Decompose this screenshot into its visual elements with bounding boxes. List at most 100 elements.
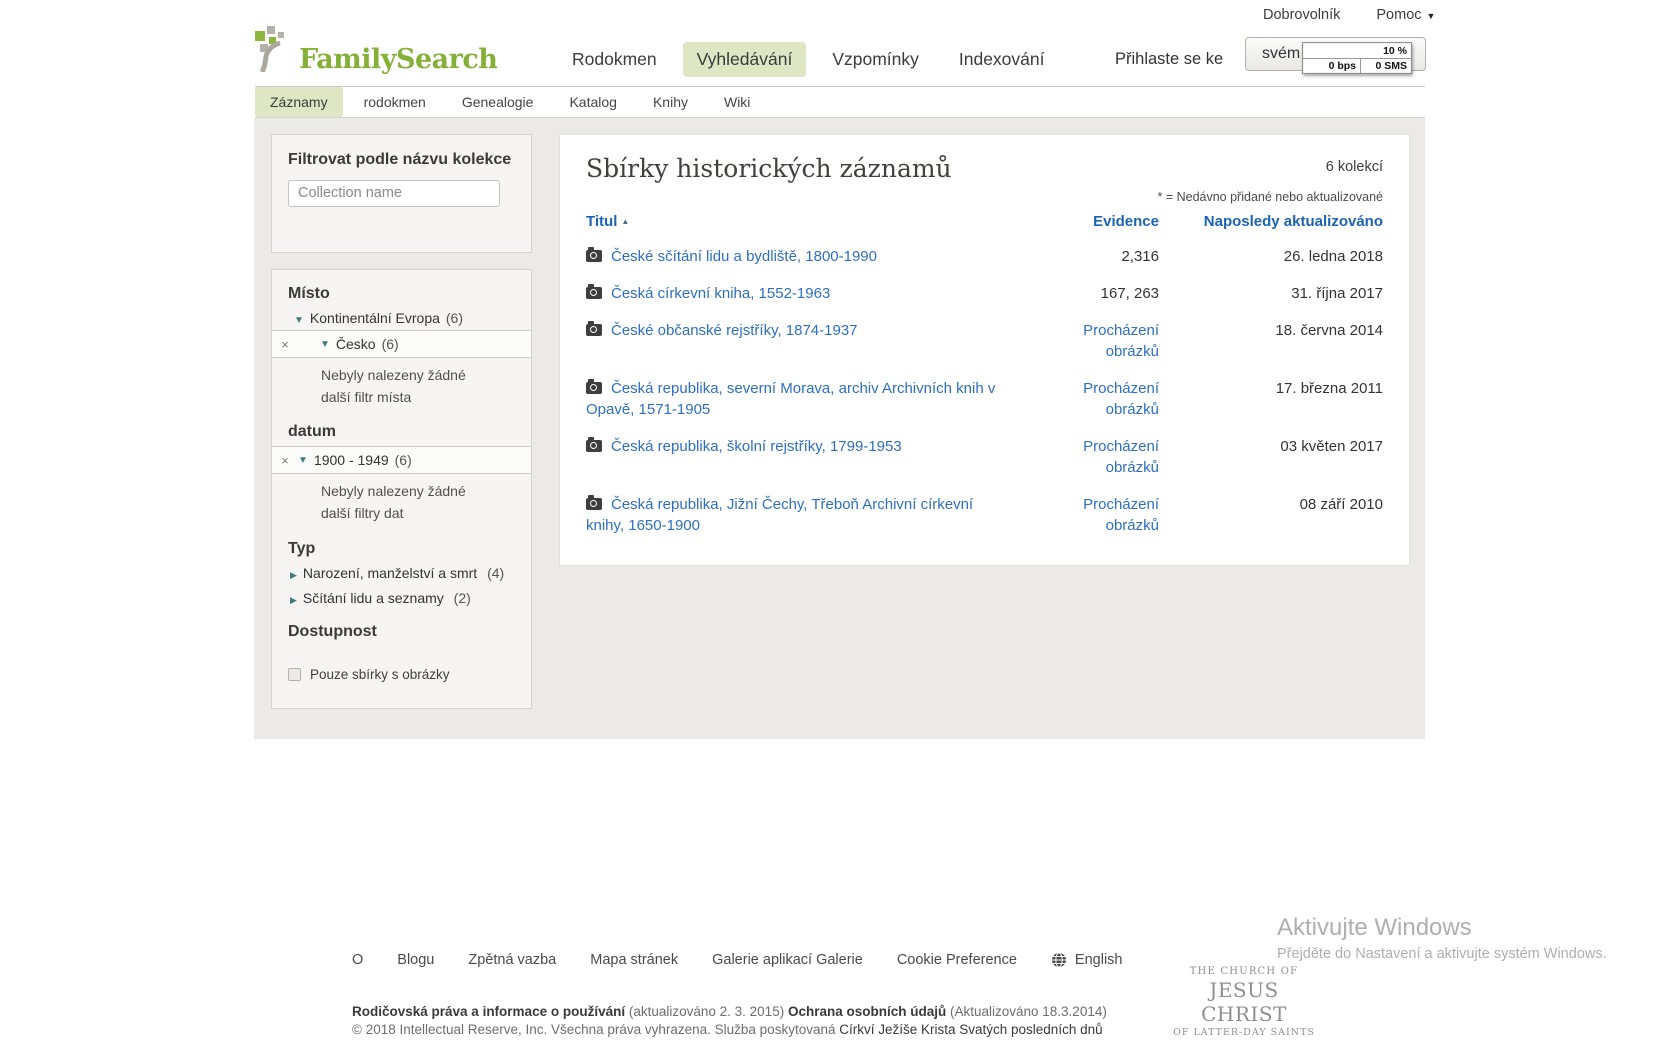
windows-activation-watermark: Aktivujte Windows Přejděte do Nastavení … (1277, 914, 1607, 962)
column-header-updated[interactable]: Naposledy aktualizováno (1159, 213, 1383, 246)
updated-cell: 18. června 2014 (1159, 320, 1383, 362)
updated-cell: 08 září 2010 (1159, 494, 1383, 536)
footer-links: O Blogu Zpětná vazba Mapa stránek Galerie ap… (352, 952, 1122, 968)
nav-item[interactable]: Rodokmen (558, 42, 671, 77)
footer-link[interactable]: O (352, 952, 363, 968)
facet-type-births[interactable]: ▶Narození, manželství a smrt (4) (290, 563, 512, 583)
collection-link[interactable]: Česká církevní kniha, 1552-1963 (611, 285, 830, 302)
help-menu[interactable]: Pomoc ▼ (1376, 7, 1435, 23)
evidence-cell: Procházení obrázků (1049, 378, 1159, 420)
table-row-title: Česká republika, Jižní Čechy, Třeboň Arc… (586, 494, 1049, 536)
footer-link[interactable]: Blogu (397, 952, 434, 968)
language-selector[interactable]: English (1051, 952, 1123, 968)
updated-cell: 03 květen 2017 (1159, 436, 1383, 478)
remove-filter-icon[interactable]: × (272, 338, 298, 351)
collection-filter-box: Filtrovat podle názvu kolekce (271, 134, 532, 253)
browse-images-link[interactable]: Procházení obrázků (1083, 496, 1159, 534)
utility-links: Dobrovolník Pomoc ▼ (1263, 7, 1435, 23)
evidence-cell: 2,316 (1049, 246, 1159, 267)
camera-icon (586, 250, 602, 262)
evidence-cell: 167, 263 (1049, 283, 1159, 304)
legend-note: * = Nedávno přidané nebo aktualizované (586, 190, 1383, 204)
subnav-item[interactable]: Katalog (554, 87, 631, 117)
evidence-cell: Procházení obrázků (1049, 436, 1159, 478)
evidence-cell: Procházení obrázků (1049, 494, 1159, 536)
logo-text: FamilySearch (299, 46, 497, 77)
facet-box: Místo ▼Kontinentální Evropa(6) × ▼ Česko… (271, 269, 532, 709)
expand-arrow-icon[interactable]: ▼ (294, 315, 304, 326)
camera-icon (586, 324, 602, 336)
collection-link[interactable]: Česká republika, školní rejstříky, 1799-… (611, 438, 902, 455)
nav-item[interactable]: Vzpomínky (818, 42, 933, 77)
collection-link[interactable]: České občanské rejstříky, 1874-1937 (611, 322, 858, 339)
results-panel: Sbírky historických záznamů 6 kolekcí * … (559, 134, 1410, 566)
church-logo: THE CHURCH OF JESUS CHRIST OF LATTER-DAY… (1166, 966, 1322, 1038)
subnav-item[interactable]: Záznamy (255, 87, 343, 117)
footer-link[interactable]: Mapa stránek (590, 952, 678, 968)
updated-cell: 17. března 2011 (1159, 378, 1383, 420)
privacy-link[interactable]: Ochrana osobních údajů (788, 1004, 946, 1019)
images-only-option[interactable]: Pouze sbírky s obrázky (288, 667, 515, 682)
updated-cell: 31. října 2017 (1159, 283, 1383, 304)
date-facet-title: datum (288, 423, 515, 441)
table-row-title: Česká republika, školní rejstříky, 1799-… (586, 436, 1049, 478)
table-row-title: České občanské rejstříky, 1874-1937 (586, 320, 1049, 362)
footer-link[interactable]: Cookie Preference (897, 952, 1017, 968)
expand-arrow-icon[interactable]: ▼ (298, 455, 308, 466)
subnav-item[interactable]: Wiki (709, 87, 765, 117)
footer-link[interactable]: Zpětná vazba (468, 952, 556, 968)
browse-images-link[interactable]: Procházení obrázků (1083, 322, 1159, 360)
table-row-title: Česká republika, severní Morava, archiv … (586, 378, 1049, 420)
browse-images-link[interactable]: Procházení obrázků (1083, 380, 1159, 418)
facet-selected-cesko: × ▼ Česko(6) (272, 330, 531, 358)
column-header-title[interactable]: Titul▲ (586, 213, 1049, 246)
subnav-item[interactable]: Knihy (638, 87, 703, 117)
remove-filter-icon[interactable]: × (272, 454, 298, 467)
church-link[interactable]: Církví Ježíše Krista Svatých posledních … (839, 1022, 1102, 1037)
tree-icon (253, 26, 295, 77)
collections-table: Titul▲ Evidence Naposledy aktualizováno … (586, 213, 1383, 552)
nav-item[interactable]: Vyhledávání (683, 42, 807, 77)
camera-icon (586, 498, 602, 510)
chevron-down-icon: ▼ (1427, 11, 1436, 21)
type-facet-title: Typ (288, 540, 515, 558)
primary-nav: Rodokmen Vyhledávání Vzpomínky Indexování (558, 42, 1059, 77)
net-percent: 10 % (1303, 45, 1411, 57)
table-row-title: Česká církevní kniha, 1552-1963 (586, 283, 1049, 304)
updated-cell: 26. ledna 2018 (1159, 246, 1383, 267)
volunteer-link[interactable]: Dobrovolník (1263, 7, 1340, 23)
collapsed-arrow-icon[interactable]: ▶ (290, 570, 297, 580)
collection-name-input[interactable] (288, 180, 500, 207)
collection-link[interactable]: České sčítání lidu a bydliště, 1800-1990 (611, 248, 877, 265)
place-facet-title: Místo (288, 285, 515, 303)
browse-images-link[interactable]: Procházení obrázků (1083, 438, 1159, 476)
language-label: English (1075, 952, 1123, 968)
page: Dobrovolník Pomoc ▼ FamilySearch Rodokmen… (0, 0, 1680, 1050)
parental-rights-link[interactable]: Rodičovská práva a informace o používání (352, 1004, 625, 1019)
signin-text: Přihlaste se ke (1115, 50, 1223, 69)
globe-icon (1051, 952, 1067, 968)
familysearch-logo[interactable]: FamilySearch (253, 26, 497, 77)
expand-arrow-icon[interactable]: ▼ (320, 339, 330, 350)
subnav-item[interactable]: rodokmen (349, 87, 441, 117)
subnav-item[interactable]: Genealogie (447, 87, 549, 117)
collection-link[interactable]: Česká republika, Jižní Čechy, Třeboň Arc… (586, 496, 973, 534)
help-label: Pomoc (1376, 7, 1421, 23)
camera-icon (586, 287, 602, 299)
collection-link[interactable]: Česká republika, severní Morava, archiv … (586, 380, 995, 418)
evidence-cell: Procházení obrázků (1049, 320, 1159, 362)
availability-facet-title: Dostupnost (288, 623, 515, 641)
evidence-count: 167, 263 (1101, 285, 1159, 302)
net-sms: 0 SMS (1361, 60, 1411, 72)
nav-item[interactable]: Indexování (945, 42, 1059, 77)
facet-type-census[interactable]: ▶Sčítání lidu a seznamy (2) (290, 588, 512, 608)
collapsed-arrow-icon[interactable]: ▶ (290, 595, 297, 605)
net-monitor-overlay: 10 % 0 bps 0 SMS (1302, 42, 1412, 74)
footer-link[interactable]: Galerie aplikací Galerie (712, 952, 863, 968)
facet-continental-europe[interactable]: ▼Kontinentální Evropa(6) (272, 308, 531, 330)
camera-icon (586, 382, 602, 394)
checkbox-icon[interactable] (288, 668, 301, 681)
place-empty-note: Nebyly nalezeny žádné další filtr místa (321, 365, 493, 408)
date-empty-note: Nebyly nalezeny žádné další filtry dat (321, 481, 493, 524)
column-header-evidence[interactable]: Evidence (1049, 213, 1159, 246)
